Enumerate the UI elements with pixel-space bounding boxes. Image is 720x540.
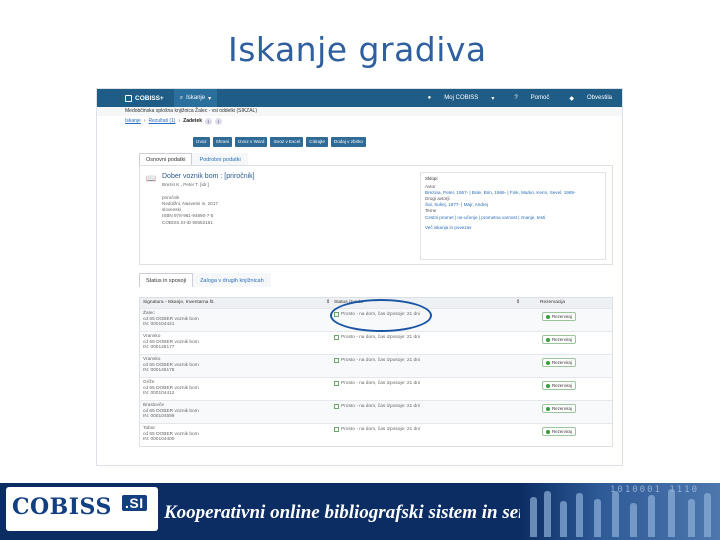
available-checkbox-icon	[334, 381, 339, 386]
signature-cell: Braslovče cd 65 DOBER voznik bom IN: 00010…	[143, 403, 199, 419]
tab-status-loan[interactable]: Status in sposoji	[139, 273, 194, 287]
breadcrumb-results[interactable]: Rezultati (1)	[149, 118, 176, 124]
prev-record-button[interactable]: 1	[205, 117, 213, 125]
author-links[interactable]: Brezina, Peter, 1957- | Bole, Brin, 1966…	[425, 190, 601, 196]
book-logo-icon	[125, 94, 132, 102]
cobiss-si-logo: COBISS .SI	[6, 487, 158, 531]
status-cell: Prosto - na dom, čas izposoje: 21 dni	[334, 404, 420, 409]
toolbar-save-button[interactable]: Shrani	[212, 137, 233, 147]
footer-tagline: Kooperativni online bibliografski sistem…	[164, 502, 552, 523]
toolbar-cite-button[interactable]: Citirajte	[306, 137, 328, 147]
reserve-button[interactable]: Rezerviraj	[542, 312, 576, 321]
binary-text: 1010001 1110	[610, 485, 700, 495]
check-icon	[546, 406, 550, 411]
sort-icon[interactable]: ⇕	[326, 300, 330, 305]
toolbar-collection-button[interactable]: Dodaj v zbirko	[330, 137, 366, 147]
cobiss-logo[interactable]: COBISS+	[125, 94, 164, 102]
record-title: Dober voznik bom : [priročnik]	[162, 173, 255, 180]
breadcrumb: Iskanje › Rezultati (1) › Zadetek 1 1	[97, 116, 622, 126]
signature-cell: Vransko cd 65 DOBER voznik bom IN: 0001451…	[143, 334, 199, 350]
status-cell: Prosto - na dom, čas izposoje: 21 dni	[334, 335, 420, 340]
topic-links[interactable]: Cestni promet | ne-učenje | prometna var…	[425, 215, 601, 221]
nav-my-cobiss[interactable]: ● Moj COBISS ▾	[418, 89, 505, 107]
screenshot-panel: COBISS+ ⌕ Iskanje ▾ ● Moj COBISS ▾ ? Pomoč ◆ O…	[96, 88, 623, 466]
related-panel: Sklopi Avtor Brezina, Peter, 1957- | Bol…	[420, 172, 606, 260]
check-icon	[546, 337, 550, 342]
record-meta: Brezin K., Peter T. [idr.] priročnik Ned…	[162, 182, 218, 225]
holdings-tabs: Status in sposoji Zaloga v drugih knjižn…	[139, 273, 271, 287]
help-icon: ?	[514, 95, 518, 101]
signature-cell: Vransko cd 65 DOBER voznik bom IN: 0001461…	[143, 357, 199, 373]
nav-search[interactable]: ⌕ Iskanje ▾	[173, 89, 218, 107]
tab-detailed-data[interactable]: Podrobni podatki	[192, 153, 248, 165]
status-cell: Prosto - na dom, čas izposoje: 21 dni	[334, 381, 420, 386]
reserve-button[interactable]: Rezerviraj	[542, 404, 576, 413]
user-icon: ●	[427, 95, 432, 101]
footer-banner: COBISS .SI Kooperativni online bibliograf…	[0, 483, 720, 540]
check-icon	[546, 314, 550, 319]
next-record-button[interactable]: 1	[215, 117, 223, 125]
status-cell: Prosto - na dom, čas izposoje: 21 dni	[334, 427, 420, 432]
check-icon	[546, 360, 550, 365]
top-navbar: COBISS+ ⌕ Iskanje ▾ ● Moj COBISS ▾ ? Pomoč ◆ O…	[97, 89, 622, 107]
breadcrumb-search[interactable]: Iskanje	[125, 118, 141, 124]
table-row: Braslovče cd 65 DOBER voznik bom IN: 00010…	[140, 400, 612, 423]
tab-other-libraries[interactable]: Zaloga v drugih knjižnicah	[193, 273, 271, 287]
toolbar-export-button[interactable]: Izvoz	[193, 137, 210, 147]
nav-help[interactable]: ? Pomoč	[504, 89, 559, 107]
table-row: Griže cd 65 DOBER voznik bom IN: 000104412…	[140, 377, 612, 400]
col-reservation[interactable]: Rezervacija	[540, 300, 565, 305]
reserve-button[interactable]: Rezerviraj	[542, 335, 576, 344]
book-icon: 📖	[146, 174, 156, 183]
col-signature[interactable]: Signatura - Iskanje, Inventarna št.	[143, 300, 215, 305]
check-icon	[546, 383, 550, 388]
library-name: Medobčinska splošna knjižnica Žalec - vs…	[97, 107, 622, 116]
search-icon: ⌕	[179, 94, 184, 101]
table-row: Vransko cd 65 DOBER voznik bom IN: 0001461…	[140, 354, 612, 377]
more-links[interactable]: Več iskanja in povezav	[425, 225, 601, 231]
available-checkbox-icon	[334, 358, 339, 363]
reserve-button[interactable]: Rezerviraj	[542, 381, 576, 390]
chevron-down-icon: ▾	[491, 95, 495, 102]
footer-figures-art: 1010001 1110	[520, 483, 720, 540]
record-detail: 📖 Dober voznik bom : [priročnik] Brezin …	[139, 165, 613, 265]
breadcrumb-current: Zadetek	[183, 118, 203, 124]
signature-cell: Griže cd 65 DOBER voznik bom IN: 000104412	[143, 380, 199, 396]
nav-notifications[interactable]: ◆ Obvestila	[559, 89, 622, 107]
record-toolbar: Izvoz Shrani Izvoz v Word Izvoz v Excel …	[97, 134, 622, 150]
reserve-button[interactable]: Rezerviraj	[542, 427, 576, 436]
available-checkbox-icon	[334, 404, 339, 409]
table-row: Vransko cd 65 DOBER voznik bom IN: 0001451…	[140, 331, 612, 354]
highlight-circle	[330, 299, 432, 332]
toolbar-word-button[interactable]: Izvoz v Word	[235, 137, 268, 147]
bell-icon: ◆	[569, 95, 574, 102]
signature-cell: Tabor cd 65 DOBER voznik bom IN: 000104400	[143, 426, 199, 442]
check-icon	[546, 429, 550, 434]
available-checkbox-icon	[334, 427, 339, 432]
signature-cell: Žalec cd 65 DOBER voznik bom IN: 000104421	[143, 311, 199, 327]
status-cell: Prosto - na dom, čas izposoje: 21 dni	[334, 358, 420, 363]
chevron-down-icon: ▾	[208, 95, 212, 102]
sort-icon[interactable]: ⇕	[516, 300, 520, 305]
toolbar-excel-button[interactable]: Izvoz v Excel	[270, 137, 304, 147]
table-row: Tabor cd 65 DOBER voznik bom IN: 000104400…	[140, 423, 612, 446]
record-tabs: Osnovni podatki Podrobni podatki	[139, 153, 248, 165]
tab-basic-data[interactable]: Osnovni podatki	[139, 153, 193, 165]
slide-title: Iskanje gradiva	[228, 30, 487, 69]
reserve-button[interactable]: Rezerviraj	[542, 358, 576, 367]
available-checkbox-icon	[334, 335, 339, 340]
